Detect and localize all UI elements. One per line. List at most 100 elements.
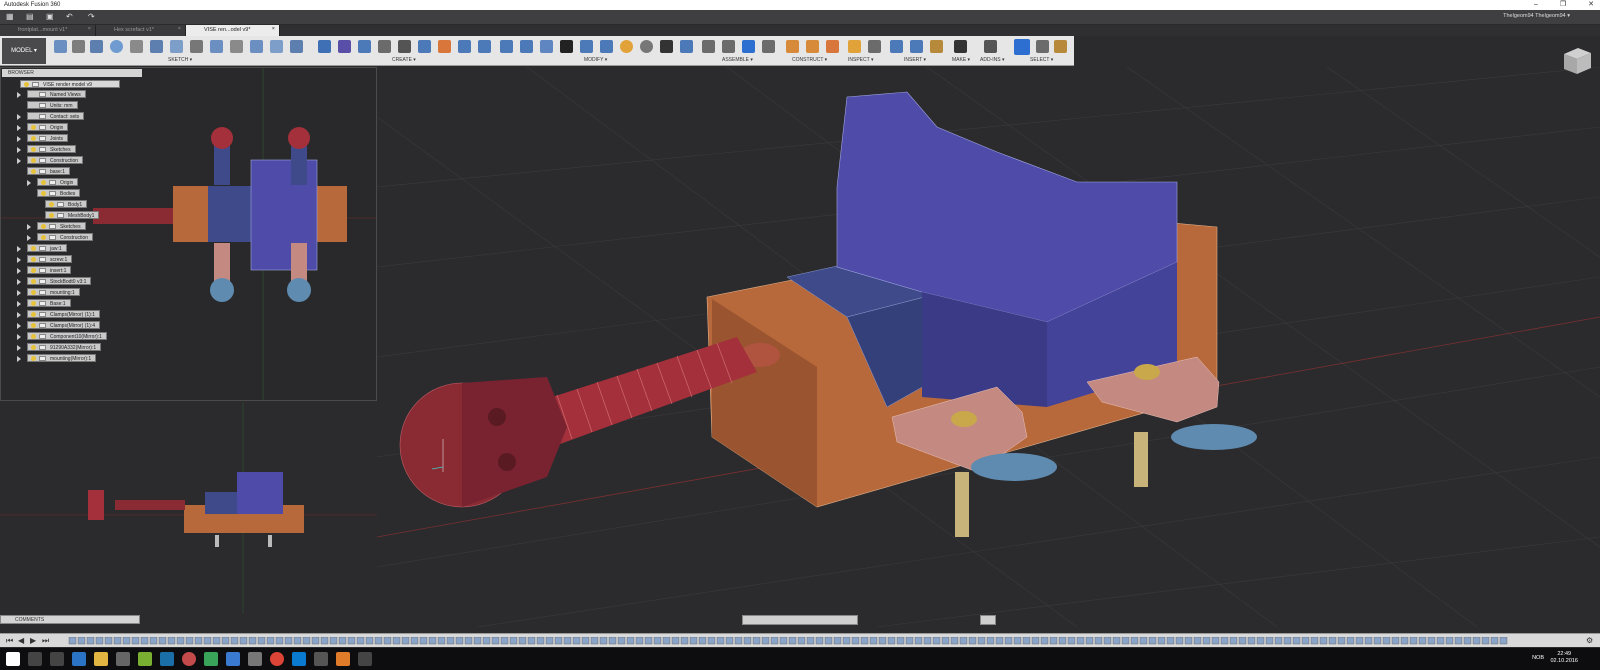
design-timeline[interactable]: ⏮ ◀ ▶ ⏭ ⚙ <box>0 633 1600 647</box>
maximize-button[interactable]: ❐ <box>1560 0 1566 10</box>
expand-icon[interactable] <box>17 356 21 362</box>
timeline-play-icon[interactable]: ▶ <box>30 636 36 645</box>
inspect-group-label[interactable]: INSPECT ▾ <box>848 57 873 63</box>
save-icon[interactable]: ▣ <box>46 12 54 21</box>
3d-print-icon[interactable] <box>954 40 967 53</box>
undo-icon[interactable]: ↶ <box>66 12 73 21</box>
sigma-parameters-icon[interactable] <box>560 40 573 53</box>
plane-at-angle-icon[interactable] <box>806 40 819 53</box>
browser-item[interactable]: insert:1 <box>27 266 72 274</box>
browser-item[interactable]: StockBodt0 v3:1 <box>27 277 92 285</box>
tab-vise-model[interactable]: VISE ren...odel v9* × <box>186 25 280 36</box>
expand-icon[interactable] <box>17 246 21 252</box>
browser-item[interactable]: Origin <box>37 178 79 186</box>
align-icon[interactable] <box>680 40 693 53</box>
input-language-indicator[interactable]: NOB <box>1532 655 1544 661</box>
start-menu-icon[interactable] <box>6 652 20 666</box>
project-icon[interactable] <box>270 40 283 53</box>
close-tab-icon[interactable]: × <box>88 26 91 32</box>
expand-icon[interactable] <box>17 147 21 153</box>
browser-root-node[interactable]: VISE render model v9 <box>20 80 120 88</box>
browser-item[interactable]: Origin <box>27 123 69 131</box>
press-pull-icon[interactable] <box>500 40 513 53</box>
browser-item[interactable]: MeshBody1 <box>45 211 100 219</box>
browser-item[interactable]: Body1 <box>45 200 88 208</box>
browser-item-base[interactable]: base:1 <box>27 167 71 175</box>
trim-icon[interactable] <box>170 40 183 53</box>
physical-material-icon[interactable] <box>640 40 653 53</box>
redo-icon[interactable]: ↷ <box>88 12 95 21</box>
midplane-icon[interactable] <box>826 40 839 53</box>
browser-item[interactable]: 91290A332(Mirror):1 <box>27 343 102 351</box>
insert-canvas-icon[interactable] <box>890 40 903 53</box>
browser-item[interactable]: Named Views <box>27 90 86 98</box>
joint-icon[interactable] <box>722 40 735 53</box>
make-group-label[interactable]: MAKE ▾ <box>952 57 970 63</box>
data-panel-grid-icon[interactable]: ▦ <box>6 12 14 21</box>
appearance-icon[interactable] <box>620 40 633 53</box>
expand-icon[interactable] <box>17 268 21 274</box>
modify-group-label[interactable]: MODIFY ▾ <box>584 57 607 63</box>
offset-icon[interactable] <box>190 40 203 53</box>
combine-icon[interactable] <box>600 40 613 53</box>
expand-icon[interactable] <box>17 125 21 131</box>
expand-icon[interactable] <box>17 290 21 296</box>
app-icon-gray[interactable] <box>248 652 262 666</box>
spline-icon[interactable] <box>210 40 223 53</box>
expand-icon[interactable] <box>17 136 21 142</box>
browser-item[interactable]: Contact: sets <box>27 112 85 120</box>
fillet-icon[interactable] <box>520 40 533 53</box>
expand-icon[interactable] <box>17 301 21 307</box>
browser-item[interactable]: mounting:1 <box>27 288 80 296</box>
timeline-feature-track[interactable] <box>68 637 1508 645</box>
extrude-icon[interactable] <box>338 40 351 53</box>
arc-icon[interactable] <box>130 40 143 53</box>
expand-icon[interactable] <box>17 279 21 285</box>
sketch-line-icon[interactable] <box>54 40 67 53</box>
skype-icon[interactable] <box>292 652 306 666</box>
workspace-switcher-button[interactable]: MODEL ▾ <box>2 38 46 64</box>
select-group-label[interactable]: SELECT ▾ <box>1030 57 1053 63</box>
construct-group-label[interactable]: CONSTRUCT ▾ <box>792 57 827 63</box>
visibility-bulb-icon[interactable] <box>24 82 29 87</box>
browser-item[interactable]: Base:1 <box>27 299 71 307</box>
browser-item[interactable]: Construction <box>27 156 84 164</box>
pattern-icon[interactable] <box>478 40 491 53</box>
close-tab-icon[interactable]: × <box>272 26 275 32</box>
fusion360-taskbar-icon[interactable] <box>336 652 350 666</box>
app-icon-green[interactable] <box>138 652 152 666</box>
scripts-addins-icon[interactable] <box>984 40 997 53</box>
loft-icon[interactable] <box>398 40 411 53</box>
rigid-group-icon[interactable] <box>762 40 775 53</box>
browser-item[interactable]: Construction <box>37 233 94 241</box>
chamfer-icon[interactable] <box>540 40 553 53</box>
system-clock[interactable]: 22:49 02.10.2016 <box>1550 651 1578 665</box>
main-3d-viewport[interactable] <box>377 67 1600 627</box>
expand-icon[interactable] <box>17 92 21 98</box>
browser-item[interactable]: Sketches <box>27 145 76 153</box>
mcmaster-carr-icon[interactable] <box>930 40 943 53</box>
paint-select-icon[interactable] <box>1054 40 1067 53</box>
timeline-settings-icon[interactable]: ⚙ <box>1586 636 1593 645</box>
expand-icon[interactable] <box>17 158 21 164</box>
app-icon-dark[interactable] <box>314 652 328 666</box>
offset-plane-icon[interactable] <box>786 40 799 53</box>
tab-frontplat[interactable]: frontplat...mount v1* × <box>0 25 96 36</box>
user-account-menu[interactable]: Thelgeom94 Thelgeom94 ▾ <box>1503 13 1570 19</box>
expand-icon[interactable] <box>17 323 21 329</box>
timeline-back-icon[interactable]: ◀ <box>18 636 24 645</box>
browser-item[interactable]: Clamps(Mirror) (1):4 <box>27 321 100 329</box>
view-cube[interactable] <box>1560 44 1594 78</box>
sketch-group-label[interactable]: SKETCH ▾ <box>168 57 192 63</box>
insert-mesh-icon[interactable] <box>910 40 923 53</box>
expand-icon[interactable] <box>17 345 21 351</box>
assemble-group-label[interactable]: ASSEMBLE ▾ <box>722 57 753 63</box>
vise-model[interactable] <box>399 91 1257 537</box>
insert-group-label[interactable]: INSERT ▾ <box>904 57 926 63</box>
expand-icon[interactable] <box>17 114 21 120</box>
expand-icon[interactable] <box>27 224 31 230</box>
rib-icon[interactable] <box>418 40 431 53</box>
tab-hex-screfact[interactable]: Hex screfact v1* × <box>96 25 186 36</box>
app-icon-red[interactable] <box>182 652 196 666</box>
new-component-icon[interactable] <box>318 40 331 53</box>
